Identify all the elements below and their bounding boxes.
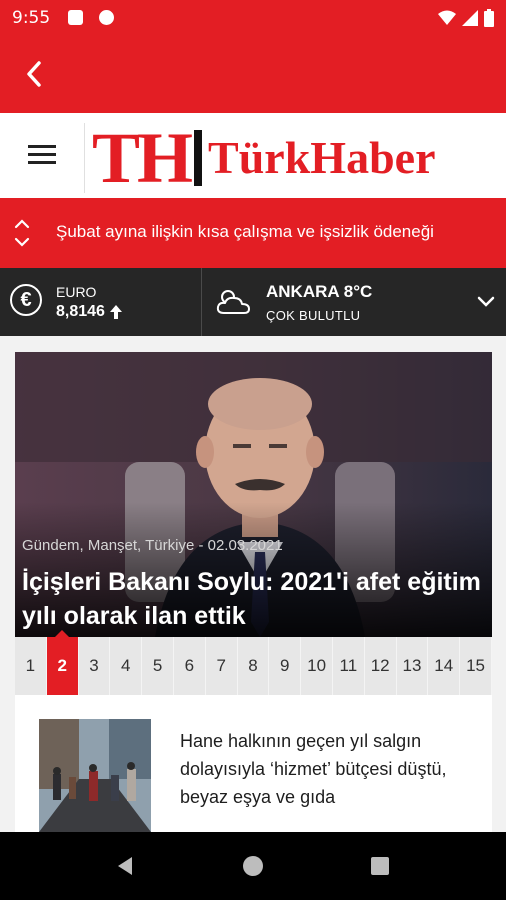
hamburger-icon <box>28 161 56 164</box>
ticker-arrows-icon[interactable] <box>12 216 32 250</box>
chevron-down-icon[interactable] <box>474 292 498 312</box>
page-number-2[interactable]: 2 <box>46 630 79 695</box>
page-number-6[interactable]: 6 <box>174 637 206 695</box>
logo-mark: TH <box>92 118 193 198</box>
system-nav-bar <box>0 832 506 900</box>
info-bar: € EURO 8,8146 ANKARA 8°C ÇOK BULUTLU <box>0 268 506 336</box>
app-notification-icon <box>99 10 114 25</box>
ticker-headline[interactable]: Şubat ayına ilişkin kısa çalışma ve işsi… <box>56 222 434 242</box>
site-logo[interactable]: TH TürkHaber <box>92 118 436 198</box>
nav-home-icon[interactable] <box>241 854 265 878</box>
nav-back-icon[interactable] <box>114 854 138 878</box>
arrow-back-icon <box>27 61 41 87</box>
hamburger-icon <box>28 145 56 148</box>
signal-icon <box>462 10 478 26</box>
hero-article[interactable]: Gündem, Manşet, Türkiye - 02.03.2021 İçi… <box>15 352 492 637</box>
nav-recents-icon[interactable] <box>368 854 392 878</box>
slider-pagination: 1 2 3 4 5 6 7 8 9 10 11 12 13 14 15 <box>15 630 492 695</box>
back-button[interactable] <box>14 54 54 94</box>
site-header: TH TürkHaber <box>0 113 506 198</box>
currency-value: 8,8146 <box>56 303 105 320</box>
cloud-sun-icon <box>216 290 250 314</box>
menu-button[interactable] <box>20 135 64 175</box>
breaking-news-ticker[interactable]: Şubat ayına ilişkin kısa çalışma ve işsi… <box>0 198 506 268</box>
status-time: 9:55 <box>12 8 51 28</box>
page-number-4[interactable]: 4 <box>110 637 143 695</box>
page-number-12[interactable]: 12 <box>365 637 397 695</box>
page-number-10[interactable]: 10 <box>301 637 333 695</box>
euro-icon: € <box>10 284 42 316</box>
status-bar: 9:55 <box>0 0 506 36</box>
logo-name: TürkHaber <box>208 132 436 183</box>
battery-icon <box>484 9 494 27</box>
list-item[interactable]: Hane halkının geçen yıl salgın dolayısıy… <box>15 695 492 832</box>
page-number-5[interactable]: 5 <box>142 637 174 695</box>
arrow-up-icon <box>110 305 122 319</box>
news-headline[interactable]: Hane halkının geçen yıl salgın dolayısıy… <box>180 727 480 811</box>
article-meta: Gündem, Manşet, Türkiye - 02.03.2021 <box>22 537 283 554</box>
currency-label: EURO <box>56 284 97 300</box>
info-divider <box>201 268 202 336</box>
page-number-15[interactable]: 15 <box>460 637 492 695</box>
logo-separator <box>194 130 203 186</box>
page-number-7[interactable]: 7 <box>206 637 238 695</box>
page-number-11[interactable]: 11 <box>333 637 365 695</box>
page-number-3[interactable]: 3 <box>79 637 111 695</box>
app-notification-icon <box>68 10 83 25</box>
article-title[interactable]: İçişleri Bakanı Soylu: 2021'i afet eğiti… <box>22 565 488 633</box>
news-thumbnail <box>39 719 151 832</box>
page-number-1[interactable]: 1 <box>15 637 47 695</box>
page-number-14[interactable]: 14 <box>428 637 461 695</box>
weather-city: ANKARA 8°C <box>266 282 373 301</box>
wifi-icon <box>438 10 456 25</box>
app-bar <box>0 36 506 113</box>
header-divider <box>84 123 85 193</box>
page-number-13[interactable]: 13 <box>397 637 429 695</box>
hamburger-icon <box>28 153 56 156</box>
page-number-9[interactable]: 9 <box>269 637 302 695</box>
page-number-8[interactable]: 8 <box>238 637 270 695</box>
status-icons <box>438 9 494 27</box>
weather-description: ÇOK BULUTLU <box>266 308 361 323</box>
